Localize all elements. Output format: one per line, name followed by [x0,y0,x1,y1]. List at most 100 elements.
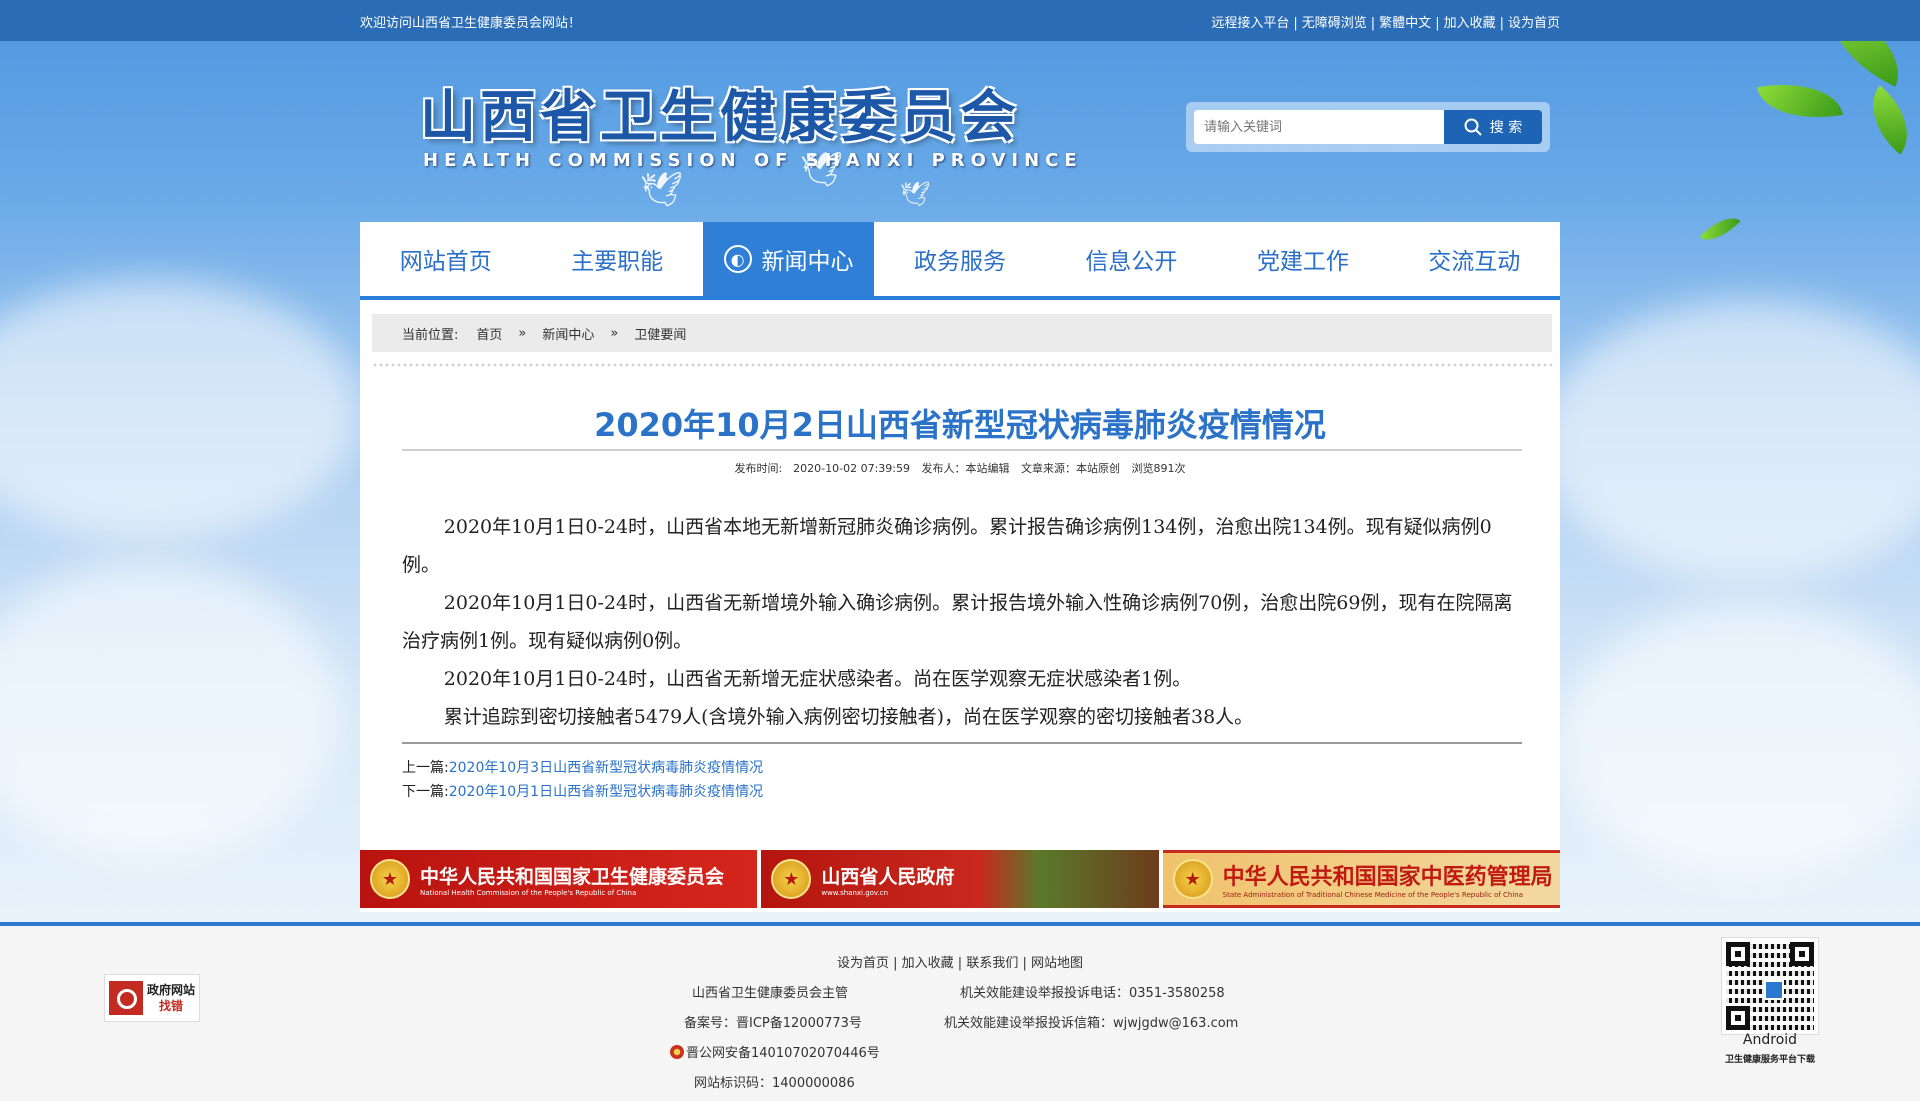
footer-police-text: 晋公网安备14010702070446号 [686,1046,880,1061]
dove-icon: 🕊 [800,150,844,190]
dotted-divider [372,362,1552,368]
set-homepage-link[interactable]: 设为首页 [1508,16,1560,31]
tcm-banner-link[interactable]: ★ 中华人民共和国国家中医药管理局 State Administration o… [1162,850,1560,908]
cloud-decoration [1560,600,1920,880]
footer-add-favorite-link[interactable]: 加入收藏 [902,956,954,971]
banner-title: 中华人民共和国国家卫生健康委员会 [420,865,725,888]
breadcrumb-current[interactable]: 卫健要闻 [634,324,686,343]
add-favorite-link[interactable]: 加入收藏 [1444,16,1496,31]
nav-item-label: 主要职能 [571,249,664,275]
article-source: 文章来源：本站原创 [1021,462,1121,475]
site-logo-title[interactable]: 山西省卫生健康委员会 [420,72,1020,153]
nav-item-interaction[interactable]: 交流互动 [1389,222,1560,296]
article-meta: 发布时间: 2020-10-02 07:39:59 发布人：本站编辑 文章来源：… [400,460,1520,476]
nav-item-label: 政务服务 [913,249,1006,275]
national-emblem-icon: ★ [1172,859,1213,899]
prev-article-link[interactable]: 2020年10月3日山西省新型冠状病毒肺炎疫情情况 [449,760,763,776]
footer-email: 机关效能建设举报投诉信箱：wjwjgdw@163.com [944,1016,1239,1031]
article-paragraph: 2020年10月1日0-24时，山西省无新增无症状感染者。尚在医学观察无症状感染… [443,668,1192,690]
police-badge-icon [670,1045,684,1059]
title-divider [402,449,1522,451]
gov-badge-line2: 找错 [159,999,184,1013]
banner-subtitle: www.shanxi.gov.cn [821,888,889,897]
nav-item-party-work[interactable]: 党建工作 [1217,222,1388,296]
qr-code [1721,937,1819,1035]
nhc-banner-link[interactable]: ★ 中华人民共和国国家卫生健康委员会 National Health Commi… [360,850,758,908]
footer-icp[interactable]: 备案号：晋ICP备12000773号 [684,1012,862,1031]
breadcrumb-separator: » [610,325,619,341]
national-emblem-icon: ★ [771,859,812,899]
content-panel: 当前位置: 首页 » 新闻中心 » 卫健要闻 2020年10月2日山西省新型冠状… [360,300,1560,912]
magnifier-icon [109,981,143,1015]
breadcrumb-home[interactable]: 首页 [476,324,502,343]
nav-item-home[interactable]: 网站首页 [360,222,531,296]
footer-phone: 机关效能建设举报投诉电话：0351-3580258 [960,986,1225,1001]
search-box: 搜 索 [1186,102,1550,152]
gov-badge-line1: 政府网站 [147,983,196,997]
breadcrumb-separator: » [518,325,527,341]
partner-banners: ★ 中华人民共和国国家卫生健康委员会 National Health Commi… [360,850,1560,908]
accessibility-link[interactable]: 无障碍浏览 [1302,16,1367,31]
leaf-decoration [1756,73,1844,129]
national-emblem-icon: ★ [370,859,410,899]
shanxi-gov-banner-link[interactable]: ★ 山西省人民政府 www.shanxi.gov.cn [761,850,1159,908]
welcome-text: 欢迎访问山西省卫生健康委员会网站！ [360,16,582,31]
article-body: 2020年10月1日0-24时，山西省本地无新增新冠肺炎确诊病例。累计报告确诊病… [402,508,1522,736]
footer: 政府网站 找错 设为首页 | 加入收藏 | 联系我们 | 网站地图 山西省卫生健… [0,926,1920,1101]
publisher: 发布人：本站编辑 [921,462,1010,475]
article-paragraph: 累计追踪到密切接触者5479人(含境外输入病例密切接触者)，尚在医学观察的密切接… [443,706,1254,728]
traditional-chinese-link[interactable]: 繁體中文 [1379,16,1431,31]
globe-icon: ◐ [723,245,752,273]
view-count: 浏览891次 [1131,462,1186,475]
article-paragraph: 2020年10月1日0-24时，山西省本地无新增新冠肺炎确诊病例。累计报告确诊病… [402,516,1492,576]
banner-subtitle: State Administration of Traditional Chin… [1222,891,1524,899]
app-logo-icon [1764,980,1784,1000]
next-article-link[interactable]: 2020年10月1日山西省新型冠状病毒肺炎疫情情况 [449,784,763,800]
leaf-decoration [1699,208,1741,250]
footer-sitemap-link[interactable]: 网站地图 [1031,956,1083,971]
nav-item-functions[interactable]: 主要职能 [531,222,702,296]
nav-item-label: 网站首页 [399,249,492,275]
nav-item-label: 党建工作 [1256,249,1349,275]
breadcrumb-news-center[interactable]: 新闻中心 [542,324,594,343]
next-label: 下一篇: [402,784,449,800]
top-links: 远程接入平台 | 无障碍浏览 | 繁體中文 | 加入收藏 | 设为首页 [1211,16,1560,31]
leaf-decoration [1854,85,1920,155]
cloud-decoration [1540,300,1920,580]
prev-label: 上一篇: [402,760,449,776]
nav-item-info-disclosure[interactable]: 信息公开 [1046,222,1217,296]
nav-item-label: 交流互动 [1428,249,1521,275]
article-end-divider [402,742,1522,744]
footer-contact-link[interactable]: 联系我们 [966,956,1018,971]
search-button-label: 搜 索 [1489,120,1523,136]
footer-set-homepage-link[interactable]: 设为首页 [837,956,889,971]
nav-item-government-services[interactable]: 政务服务 [874,222,1045,296]
search-button[interactable]: 搜 索 [1444,110,1542,144]
gov-site-error-report-badge[interactable]: 政府网站 找错 [104,974,200,1022]
footer-sponsor: 山西省卫生健康委员会主管 [692,986,849,1001]
breadcrumb: 当前位置: 首页 » 新闻中心 » 卫健要闻 [372,314,1552,352]
breadcrumb-prefix: 当前位置: [402,327,459,343]
remote-access-link[interactable]: 远程接入平台 [1211,16,1289,31]
qr-caption: 卫生健康服务平台下载 [1724,1055,1815,1065]
nav-item-news-center[interactable]: ◐ 新闻中心 [702,222,875,296]
site-logo-subtitle: HEALTH COMMISSION OF SHANXI PROVINCE [423,150,1083,171]
footer-links: 设为首页 | 加入收藏 | 联系我们 | 网站地图 [836,956,1084,971]
search-icon [1464,118,1482,136]
banner-subtitle: National Health Commission of the People… [420,888,637,897]
dove-icon: 🕊 [900,180,931,208]
footer-police-record[interactable]: 晋公网安备14010702070446号 [670,1042,880,1061]
search-input[interactable] [1194,110,1444,144]
dove-icon: 🕊 [640,170,684,210]
nav-item-label: 信息公开 [1085,249,1178,275]
cloud-decoration [0,560,340,860]
qr-label: Android [1742,1032,1798,1048]
banner-title: 山西省人民政府 [821,865,955,888]
banner-title: 中华人民共和国国家中医药管理局 [1222,864,1553,890]
article-paragraph: 2020年10月1日0-24时，山西省无新增境外输入确诊病例。累计报告境外输入性… [402,592,1513,652]
main-nav: 网站首页 主要职能 ◐ 新闻中心 政务服务 信息公开 党建工作 交流互动 [360,222,1560,300]
article-title: 2020年10月2日山西省新型冠状病毒肺炎疫情情况 [594,406,1326,444]
cloud-decoration [0,280,360,540]
top-bar: 欢迎访问山西省卫生健康委员会网站！ 远程接入平台 | 无障碍浏览 | 繁體中文 | 加入收藏… [0,0,1920,41]
footer-site-id: 网站标识码：1400000086 [694,1076,855,1091]
